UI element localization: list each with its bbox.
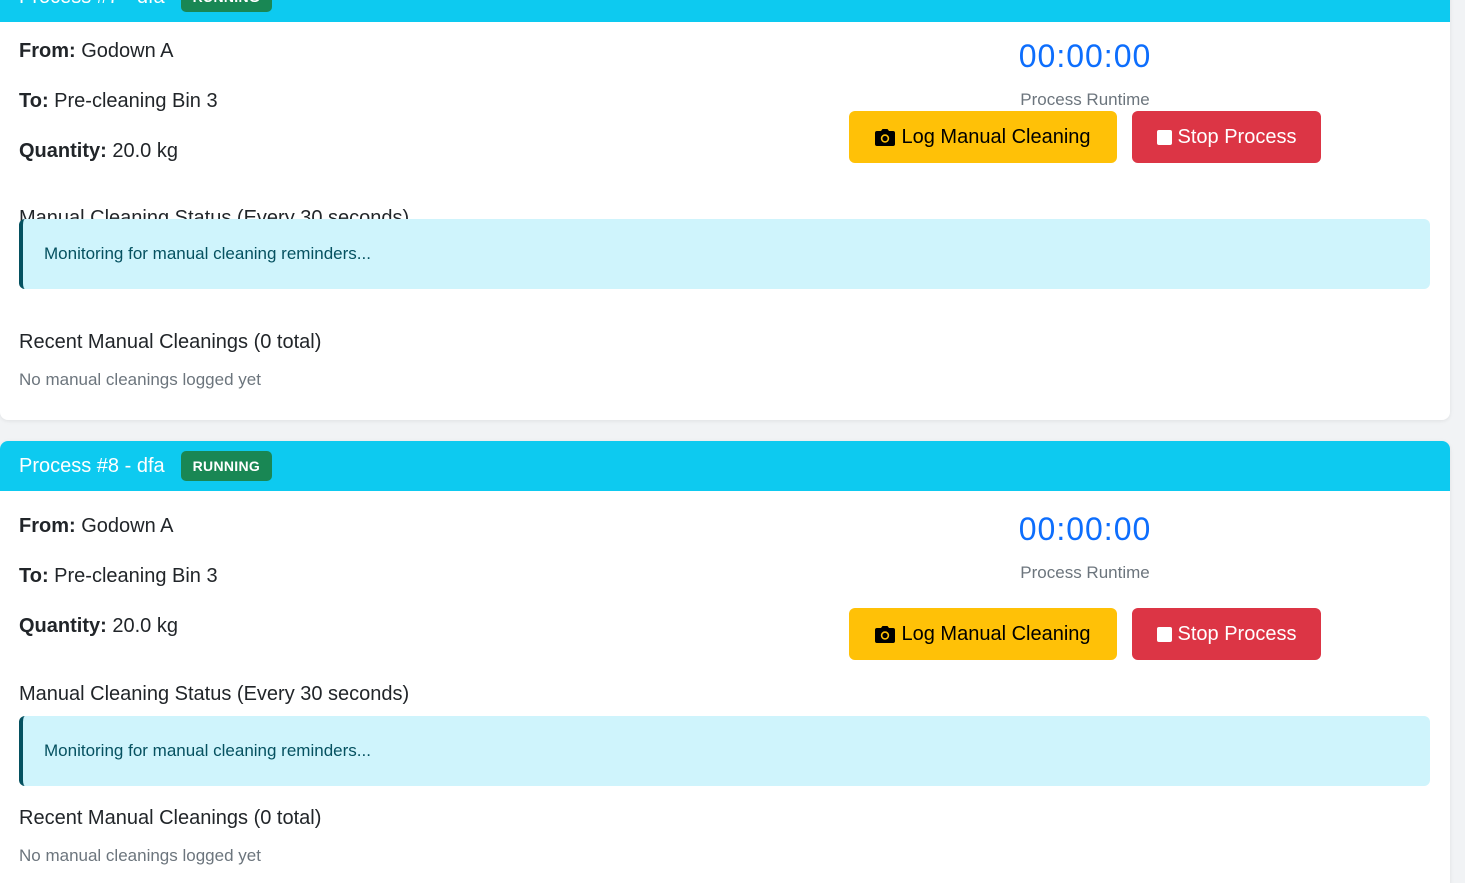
cleaning-status-alert: Monitoring for manual cleaning reminders… [19,219,1430,289]
recent-cleanings-heading: Recent Manual Cleanings (0 total) [19,807,322,829]
process-title: Process #8 - dfa [19,454,165,477]
stop-square-icon [1156,129,1172,145]
cleaning-status-heading: Manual Cleaning Status (Every 30 seconds… [19,683,410,705]
from-label: From: [19,515,76,537]
page-scrollbar[interactable] [1465,0,1477,883]
cleaning-status-alert: Monitoring for manual cleaning reminders… [19,716,1430,786]
camera-icon [875,128,896,146]
process-card-header: Process #8 - dfa RUNNING [0,441,1450,491]
cleaning-status-message: Monitoring for manual cleaning reminders… [44,244,371,263]
to-field: To: Pre-cleaning Bin 3 [19,90,218,113]
page-viewport: Process #7 - dfa RUNNING From: Godown A … [0,0,1477,883]
quantity-label: Quantity: [19,615,107,637]
quantity-value: 20.0 kg [112,140,178,162]
to-value: Pre-cleaning Bin 3 [54,90,218,112]
runtime-label: Process Runtime [1020,563,1150,582]
quantity-label: Quantity: [19,140,107,162]
to-label: To: [19,90,49,112]
log-button-label: Log Manual Cleaning [901,125,1091,148]
process-card: Process #7 - dfa RUNNING From: Godown A … [0,0,1450,420]
stop-process-button[interactable]: Stop Process [1132,608,1321,660]
camera-icon [875,625,896,643]
log-button-label: Log Manual Cleaning [901,622,1091,645]
status-badge: RUNNING [180,451,273,481]
from-value: Godown A [81,515,174,537]
stop-square-icon [1156,626,1172,642]
cleaning-status-message: Monitoring for manual cleaning reminders… [44,741,371,760]
to-field: To: Pre-cleaning Bin 3 [19,565,218,588]
to-label: To: [19,565,49,587]
recent-cleanings-heading: Recent Manual Cleanings (0 total) [19,331,322,353]
stop-process-button[interactable]: Stop Process [1132,111,1321,163]
from-label: From: [19,40,76,62]
stop-button-label: Stop Process [1177,125,1297,148]
process-card: Process #8 - dfa RUNNING From: Godown A … [0,441,1450,883]
recent-cleanings-empty: No manual cleanings logged yet [19,370,261,389]
log-manual-cleaning-button[interactable]: Log Manual Cleaning [849,608,1117,660]
recent-cleanings-empty: No manual cleanings logged yet [19,846,261,865]
from-field: From: Godown A [19,40,174,63]
from-value: Godown A [81,40,174,62]
process-card-header: Process #7 - dfa RUNNING [0,0,1450,22]
process-title: Process #7 - dfa [19,0,165,9]
to-value: Pre-cleaning Bin 3 [54,565,218,587]
from-field: From: Godown A [19,515,174,538]
quantity-field: Quantity: 20.0 kg [19,615,178,638]
quantity-field: Quantity: 20.0 kg [19,140,178,163]
runtime-timer: 00:00:00 [1018,38,1152,74]
quantity-value: 20.0 kg [112,615,178,637]
stop-button-label: Stop Process [1177,622,1297,645]
status-badge: RUNNING [180,0,273,12]
runtime-timer: 00:00:00 [1018,511,1152,547]
log-manual-cleaning-button[interactable]: Log Manual Cleaning [849,111,1117,163]
runtime-label: Process Runtime [1020,90,1150,109]
